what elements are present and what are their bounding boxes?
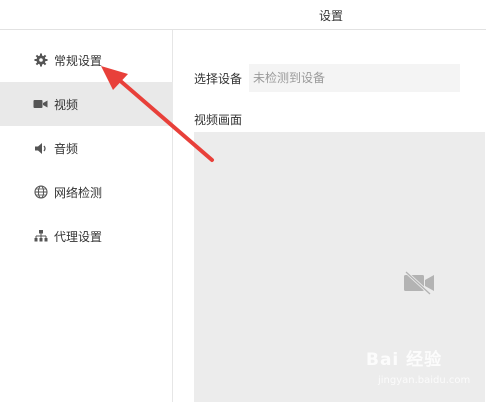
- sidebar-item-label: 网络检测: [54, 185, 103, 200]
- sidebar-item-label: 常规设置: [54, 53, 103, 68]
- video-off-icon: [403, 270, 435, 296]
- device-select[interactable]: 未检测到设备: [249, 64, 460, 92]
- sidebar-item-video[interactable]: 视频: [0, 82, 173, 126]
- sidebar-item-label: 视频: [54, 97, 79, 112]
- gear-icon: [33, 53, 48, 68]
- sidebar-item-label: 音频: [54, 141, 79, 156]
- sidebar-item-proxy[interactable]: 代理设置: [0, 214, 173, 258]
- settings-window: 设置 常规设置 视频 音频 网络检测 代理设置 选择设备 未检测到设备 视频画面…: [0, 0, 486, 402]
- sidebar-item-general[interactable]: 常规设置: [0, 38, 173, 82]
- sidebar-item-audio[interactable]: 音频: [0, 126, 173, 170]
- video-preview-label: 视频画面: [194, 113, 243, 127]
- watermark-url: jingyan.baidu.com: [378, 375, 471, 386]
- sidebar-item-network-check[interactable]: 网络检测: [0, 170, 173, 214]
- camera-icon: [33, 97, 48, 112]
- title-bar: 设置: [0, 0, 486, 30]
- sidebar-item-label: 代理设置: [54, 229, 103, 244]
- globe-icon: [33, 185, 48, 200]
- watermark-logo: Bai 经验: [366, 350, 443, 370]
- device-select-label: 选择设备: [194, 72, 243, 86]
- network-tree-icon: [33, 229, 48, 244]
- window-title: 设置: [319, 9, 344, 23]
- settings-sidebar: 常规设置 视频 音频 网络检测 代理设置: [0, 30, 173, 402]
- speaker-icon: [33, 141, 48, 156]
